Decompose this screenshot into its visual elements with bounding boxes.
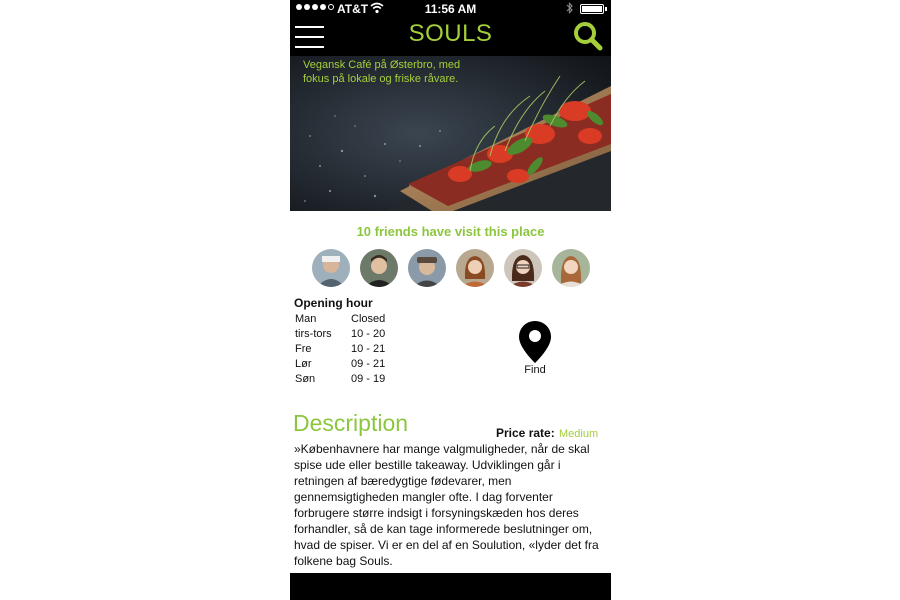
status-bar: AT&T 11:56 AM xyxy=(290,0,611,18)
hours-day: Fre xyxy=(295,343,312,355)
description-text: »Københavnere har mange valgmuligheder, … xyxy=(294,442,599,568)
avatar[interactable] xyxy=(456,249,494,287)
hours-day: Søn xyxy=(295,373,316,385)
hero-image: Vegansk Café på Østerbro, med fokus på l… xyxy=(290,56,611,211)
hours-day: Lør xyxy=(295,358,312,370)
hours-value: 09 - 19 xyxy=(351,373,386,385)
hours-row: Søn 09 - 19 xyxy=(295,373,385,388)
hours-value: 09 - 21 xyxy=(351,358,386,370)
opening-hours-title: Opening hour xyxy=(294,296,373,310)
avatar[interactable] xyxy=(408,249,446,287)
hours-row: tirs-tors 10 - 20 xyxy=(295,328,385,343)
battery-icon xyxy=(580,4,607,14)
hours-value: 10 - 20 xyxy=(351,328,386,340)
map-pin-icon xyxy=(519,321,551,363)
hours-value: 10 - 21 xyxy=(351,343,386,355)
opening-hours-table: Man Closed tirs-tors 10 - 20 Fre 10 - 21… xyxy=(295,313,385,388)
app-header: SOULS xyxy=(290,18,611,56)
avatar[interactable] xyxy=(552,249,590,287)
app-title: SOULS xyxy=(408,20,493,47)
hours-day: Man xyxy=(295,313,317,325)
bluetooth-icon xyxy=(566,2,574,17)
friends-count-title: 10 friends have visit this place xyxy=(356,224,545,239)
hours-value: Closed xyxy=(351,313,386,325)
bottom-bar xyxy=(290,573,611,600)
status-time: 11:56 AM xyxy=(424,2,477,16)
find-button[interactable]: Find xyxy=(515,320,555,380)
find-label: Find xyxy=(524,364,546,376)
avatar[interactable] xyxy=(504,249,542,287)
hero-caption: Vegansk Café på Østerbro, med fokus på l… xyxy=(303,59,461,85)
hours-row: Lør 09 - 21 xyxy=(295,358,385,373)
avatar[interactable] xyxy=(360,249,398,287)
description-title: Description xyxy=(293,410,409,436)
friends-avatar-list xyxy=(312,249,592,287)
phone-screen: AT&T 11:56 AM SOULS Vegansk Café på Øste… xyxy=(290,0,611,600)
hours-day: tirs-tors xyxy=(295,328,332,340)
hours-row: Man Closed xyxy=(295,313,385,328)
avatar[interactable] xyxy=(312,249,350,287)
price-rate-label: Price rate: xyxy=(496,426,555,440)
hours-row: Fre 10 - 21 xyxy=(295,343,385,358)
search-icon[interactable] xyxy=(572,20,604,52)
price-rate-value: Medium xyxy=(559,428,599,440)
